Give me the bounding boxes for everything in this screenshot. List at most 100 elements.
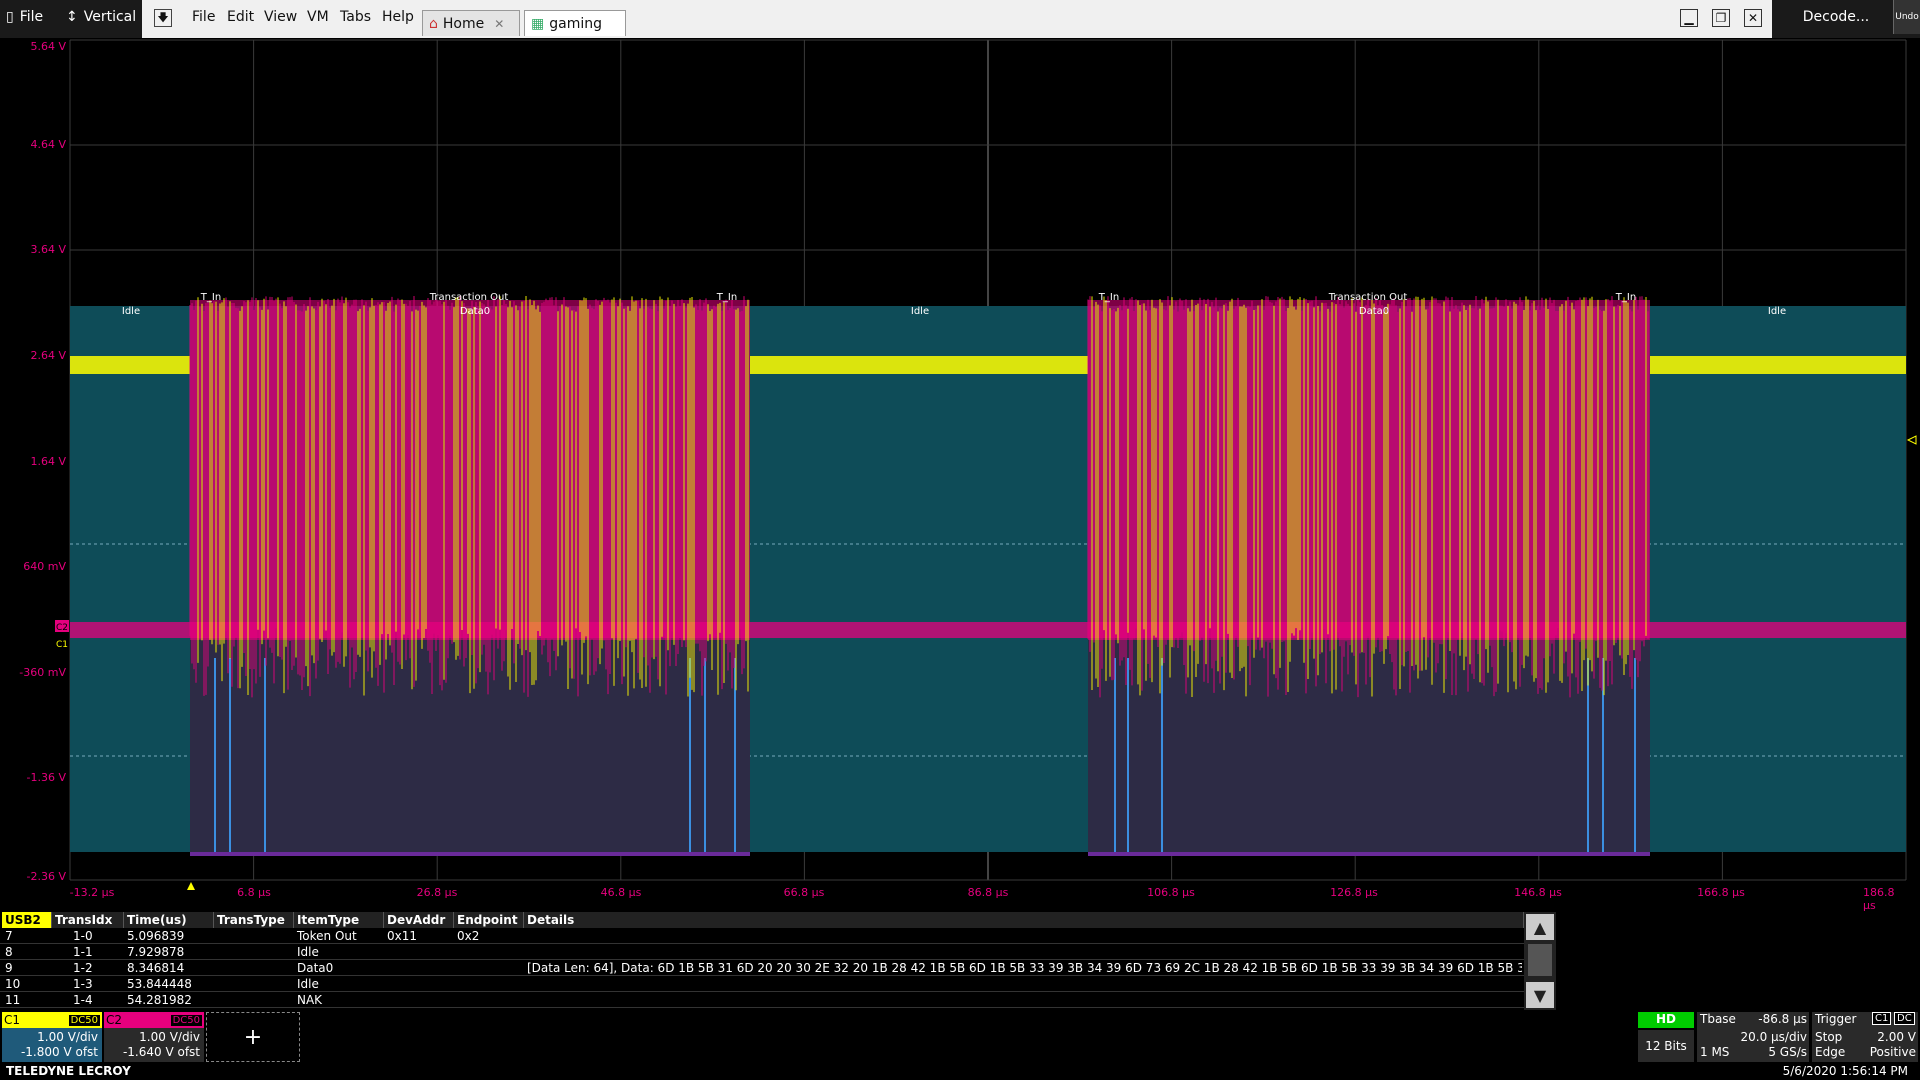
decode-label-tin-2: T_In <box>716 292 737 303</box>
menu-edit[interactable]: Edit <box>227 9 254 25</box>
y-tick-label: -2.36 V <box>26 870 66 883</box>
decode-button[interactable]: Decode... <box>1776 0 1896 34</box>
pin-icon[interactable]: 🡇 <box>154 9 172 27</box>
c1-offset: -1.800 V ofst <box>20 1045 98 1059</box>
menu-tabs[interactable]: Tabs <box>340 9 371 25</box>
menu-vm[interactable]: VM <box>307 9 329 25</box>
bits-label: 12 Bits <box>1638 1030 1694 1062</box>
menu-strip: 🡇 File Edit View VM Tabs Help ⌂ Home ✕ ▦… <box>142 0 1772 38</box>
trigger-position-marker <box>187 882 195 890</box>
table-source[interactable]: USB2 <box>2 912 52 928</box>
trigger-level-marker <box>1906 435 1917 445</box>
table-cell-item: NAK <box>297 993 323 1007</box>
y-tick-label: 2.64 V <box>30 349 66 362</box>
table-cell-details <box>524 928 1522 944</box>
home-icon: ⌂ <box>429 15 438 32</box>
c1-name: C1 <box>4 1013 21 1027</box>
restore-icon[interactable]: ❐ <box>1712 9 1730 27</box>
x-tick-label: 146.8 µs <box>1514 886 1562 899</box>
y-tick-label: -360 mV <box>19 666 66 679</box>
col-time[interactable]: Time(us) <box>124 912 214 928</box>
c1-coupling: DC50 <box>68 1014 100 1026</box>
scroll-down-icon[interactable]: ▼ <box>1526 982 1554 1008</box>
trigger-mode: Stop <box>1815 1030 1843 1044</box>
sample-rate: 5 GS/s <box>1768 1045 1807 1059</box>
table-cell-idx: 8 <box>5 945 13 959</box>
decode-label-transaction-1: Transaction Out <box>429 292 509 303</box>
table-row[interactable]: 8 1-1 7.929878 Idle <box>0 944 1524 960</box>
y-tick-label: 5.64 V <box>30 40 66 53</box>
x-tick-label: 186.8 µs <box>1863 886 1895 912</box>
col-endpoint[interactable]: Endpoint <box>454 912 524 928</box>
menu-help[interactable]: Help <box>382 9 414 25</box>
col-transtype[interactable]: TransType <box>214 912 294 928</box>
c2-offset: -1.640 V ofst <box>122 1045 200 1059</box>
channel-c1-descriptor[interactable]: C1 DC50 1.00 V/div -1.800 V ofst <box>2 1012 102 1062</box>
table-row[interactable]: 7 1-0 5.096839 Token Out 0x11 0x2 <box>0 928 1524 944</box>
col-details[interactable]: Details <box>524 912 1524 928</box>
table-cell-details: [Data Len: 64], Data: 6D 1B 5B 31 6D 20 … <box>527 961 1522 975</box>
undo-button[interactable]: Undo <box>1893 0 1920 34</box>
table-cell-item: Idle <box>297 945 319 959</box>
scroll-up-icon[interactable]: ▲ <box>1526 914 1554 940</box>
table-cell-idx: 10 <box>5 977 21 991</box>
col-devaddr[interactable]: DevAddr <box>384 912 454 928</box>
x-tick-label: 66.8 µs <box>783 886 825 899</box>
decode-label-idle-2: Idle <box>911 306 929 317</box>
add-channel-button[interactable]: + <box>206 1012 300 1062</box>
col-transidx[interactable]: TransIdx <box>52 912 124 928</box>
hd-badge: HD <box>1638 1012 1694 1028</box>
scroll-thumb[interactable] <box>1528 944 1552 976</box>
decode-table[interactable]: USB2 TransIdx Time(us) TransType ItemTyp… <box>0 912 1526 1010</box>
tab-home[interactable]: ⌂ Home ✕ <box>422 10 520 36</box>
vertical-menu-button[interactable]: ↕ Vertical <box>66 0 136 34</box>
table-cell-item: Token Out <box>297 929 357 943</box>
table-cell-details <box>524 992 1522 1008</box>
c2-header: C2 DC50 <box>104 1012 204 1028</box>
transaction-underline <box>190 852 750 856</box>
table-row[interactable]: 11 1-4 54.281982 NAK <box>0 992 1524 1008</box>
c2-name: C2 <box>106 1013 123 1027</box>
file-icon: ▯ <box>6 9 14 25</box>
channel-c2-descriptor[interactable]: C2 DC50 1.00 V/div -1.640 V ofst <box>104 1012 204 1062</box>
c2-marker: C2 <box>56 623 68 633</box>
x-tick-label: 26.8 µs <box>416 886 458 899</box>
tbase-value: -86.8 µs <box>1758 1012 1807 1026</box>
table-row[interactable]: 9 1-2 8.346814 Data0 [Data Len: 64], Data: 6… <box>0 960 1524 976</box>
c2-vdiv: 1.00 V/div <box>139 1030 200 1044</box>
menu-file[interactable]: File <box>192 9 215 25</box>
y-tick-label: -1.36 V <box>26 771 66 784</box>
col-itemtype[interactable]: ItemType <box>294 912 384 928</box>
close-window-icon[interactable]: ✕ <box>1744 9 1762 27</box>
table-cell-idx: 9 <box>5 961 13 975</box>
x-tick-label: 46.8 µs <box>600 886 642 899</box>
table-scrollbar[interactable]: ▲ ▼ <box>1524 912 1556 1010</box>
memory-depth: 1 MS <box>1700 1045 1730 1059</box>
c2-coupling: DC50 <box>170 1014 202 1026</box>
tab-gaming[interactable]: ▦ gaming <box>524 10 626 36</box>
close-icon[interactable]: ✕ <box>494 17 504 31</box>
y-tick-label: 4.64 V <box>30 138 66 151</box>
y-tick-label: 1.64 V <box>30 455 66 468</box>
table-cell-ttype <box>214 960 294 976</box>
decode-label-idle-1: Idle <box>122 306 140 317</box>
waveform-display[interactable]: Idle Idle Idle T_In T_In T_In T_In Trans… <box>0 38 1920 908</box>
minimize-icon[interactable]: ▁ <box>1680 9 1698 27</box>
table-row[interactable]: 10 1-3 53.844448 Idle <box>0 976 1524 992</box>
table-cell-idx: 7 <box>5 929 13 943</box>
c1-idle-trace <box>1650 356 1906 374</box>
trigger-type: Edge <box>1815 1045 1846 1059</box>
table-cell-ttype <box>214 992 294 1008</box>
decode-label-transaction-2: Transaction Out <box>1328 292 1408 303</box>
tbase-label: Tbase <box>1700 1012 1736 1026</box>
x-tick-label: 166.8 µs <box>1697 886 1745 899</box>
table-cell-dev <box>384 976 454 992</box>
table-cell-ep <box>454 976 524 992</box>
top-bar: ▯ File ↕ Vertical 🡇 File Edit View VM Ta… <box>0 0 1920 38</box>
table-cell-ep <box>454 992 524 1008</box>
c1-idle-trace <box>70 356 190 374</box>
menu-view[interactable]: View <box>264 9 297 25</box>
file-menu-button[interactable]: ▯ File <box>6 0 43 34</box>
c1-marker: C1 <box>56 640 68 650</box>
vertical-arrows-icon: ↕ <box>66 9 78 25</box>
